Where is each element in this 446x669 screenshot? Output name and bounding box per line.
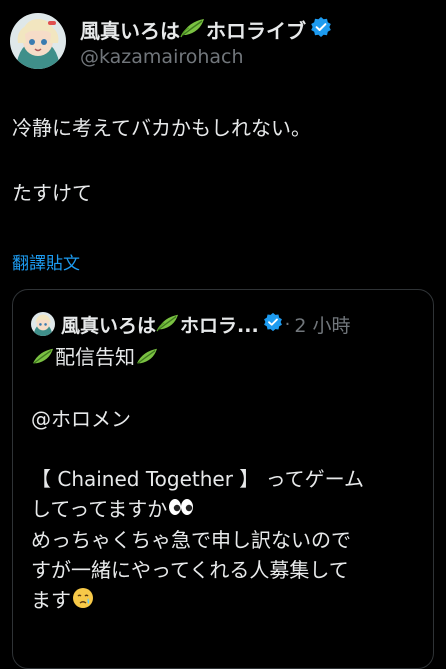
quoted-tweet-header: 風真いろは ホロラ... · 2 小時	[31, 310, 351, 338]
verified-badge-icon	[263, 312, 283, 336]
quoted-title-line: 配信告知	[31, 342, 421, 374]
verified-badge-icon	[310, 16, 332, 42]
leaf-icon	[156, 312, 180, 336]
author-handle[interactable]: @kazamairohach	[80, 46, 244, 68]
quoted-mention: @ホロメン	[31, 406, 131, 431]
quoted-line-c: めっちゃくちゃ急で申し訳ないので	[31, 528, 351, 552]
quoted-tweet-card[interactable]: 風真いろは ホロラ... · 2 小時 配信告知 @ホロメン 【 Chained…	[12, 289, 434, 669]
author-display-suffix[interactable]: ホロライブ	[206, 15, 306, 44]
quoted-display-suffix: ホロラ...	[180, 314, 259, 337]
quoted-line-d: すが一緒にやってくれる人募集して	[31, 558, 349, 582]
quoted-line-a: 【 Chained Together 】 ってゲーム	[31, 466, 365, 491]
quoted-title: 配信告知	[55, 345, 135, 369]
separator-dot: ·	[284, 313, 291, 335]
author-display-name[interactable]: 風真いろは	[80, 15, 180, 44]
tweet-text-line-1: 冷静に考えてバカかもしれない。	[12, 116, 311, 140]
anime-avatar-image	[31, 312, 55, 336]
quoted-display-name: 風真いろは	[61, 314, 157, 337]
crying-face-icon	[71, 586, 95, 618]
author-name-row[interactable]: 風真いろは ホロライブ	[80, 14, 332, 44]
quoted-timestamp[interactable]: 2 小時	[294, 311, 350, 338]
avatar[interactable]	[10, 13, 66, 69]
leaf-icon	[31, 344, 55, 374]
quoted-line-e: ます	[31, 588, 71, 612]
quoted-line-b-row: してってますか	[31, 494, 421, 526]
quoted-line-b: してってますか	[31, 496, 168, 521]
quoted-line-e-row: ます	[31, 585, 421, 618]
quoted-tweet-text: 配信告知 @ホロメン 【 Chained Together 】 ってゲーム して…	[31, 342, 421, 618]
leaf-icon	[180, 16, 206, 42]
tweet-text-line-2: たすけて	[12, 181, 92, 205]
anime-avatar-image	[10, 13, 66, 69]
translate-post-link[interactable]: 翻譯貼文	[12, 249, 80, 274]
eyes-icon	[167, 495, 195, 525]
leaf-icon	[135, 344, 159, 374]
quoted-avatar	[31, 312, 55, 336]
